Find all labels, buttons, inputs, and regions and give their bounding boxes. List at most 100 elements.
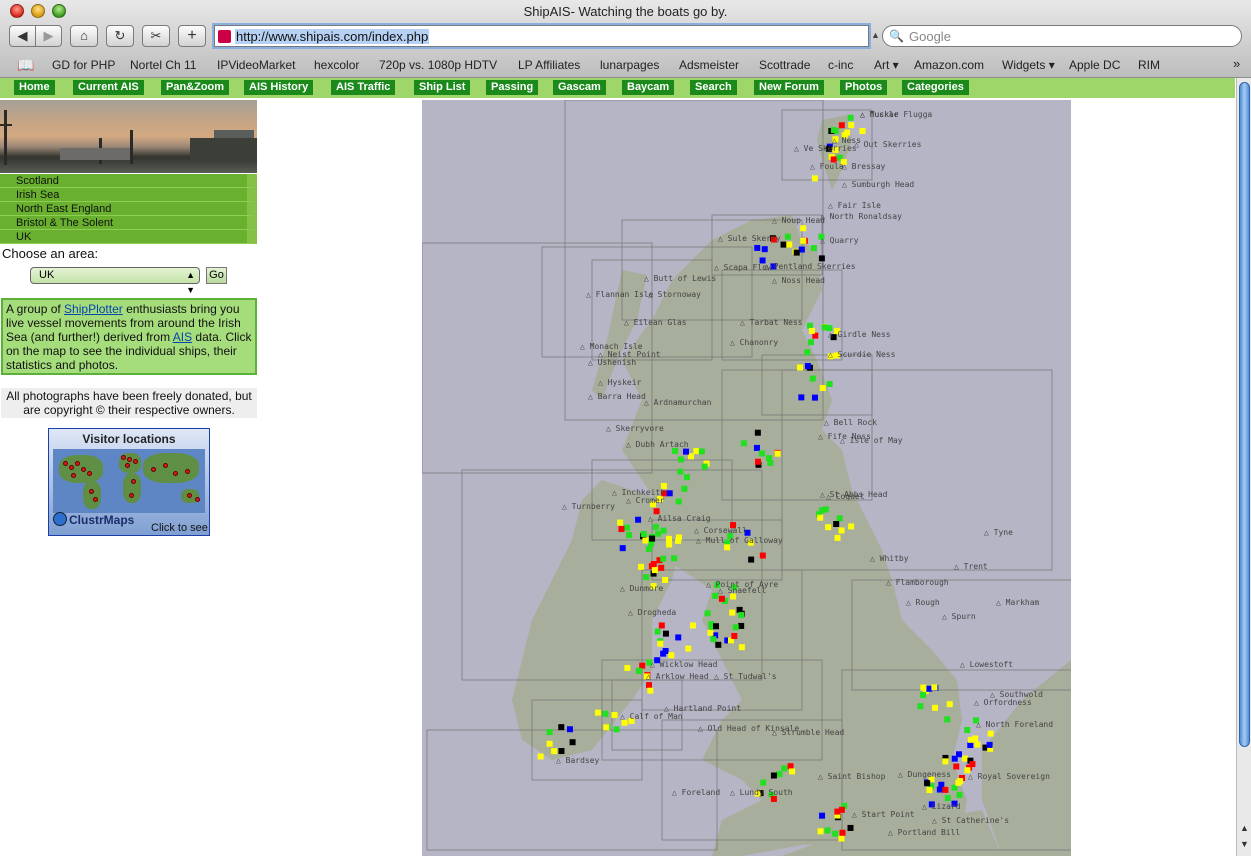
- nav-ais-traffic[interactable]: AIS Traffic: [331, 80, 396, 95]
- nav-photos[interactable]: Photos: [840, 80, 888, 95]
- region-link-bristol-solent[interactable]: Bristol & The Solent: [0, 216, 257, 230]
- shipplotter-link[interactable]: ShipPlotter: [64, 302, 123, 316]
- add-bookmark-button[interactable]: +: [178, 25, 206, 47]
- region-link-north-east-england[interactable]: North East England: [0, 202, 257, 216]
- home-button[interactable]: ⌂: [70, 25, 98, 47]
- vessel-marker: [789, 768, 796, 775]
- bookmark-item[interactable]: c-inc: [828, 58, 853, 72]
- map-place-label: △ Tarbat Ness: [740, 318, 803, 327]
- site-navigation: Home Current AIS Pan&Zoom AIS History AI…: [0, 78, 1235, 98]
- nav-passing[interactable]: Passing: [486, 80, 539, 95]
- nav-new-forum[interactable]: New Forum: [754, 80, 824, 95]
- region-link-irish-sea[interactable]: Irish Sea: [0, 188, 257, 202]
- bookmark-item[interactable]: Scottrade: [759, 58, 810, 72]
- ais-link[interactable]: AIS: [173, 330, 192, 344]
- vessel-marker: [844, 129, 851, 136]
- vessel-marker: [594, 709, 601, 716]
- bookmark-folder-label: Widgets: [1002, 58, 1046, 72]
- nav-categories[interactable]: Categories: [902, 80, 969, 95]
- map-place-label: △ Southwold: [990, 690, 1043, 699]
- bookmark-folder[interactable]: Widgets ▾: [1002, 58, 1055, 72]
- area-select[interactable]: UK ▲ ▼: [30, 267, 200, 295]
- nav-ais-history[interactable]: AIS History: [244, 80, 314, 95]
- nav-gascam[interactable]: Gascam: [553, 80, 606, 95]
- bookmark-item[interactable]: Apple DC: [1069, 58, 1120, 72]
- vessel-marker: [738, 644, 745, 651]
- scroll-up-arrow-icon[interactable]: ▲: [1237, 823, 1251, 839]
- reload-icon: ↻: [114, 28, 126, 43]
- vessel-marker: [558, 724, 565, 731]
- nav-pan-zoom[interactable]: Pan&Zoom: [161, 80, 230, 95]
- bookmark-item[interactable]: Nortel Ch 11: [130, 58, 196, 72]
- vessel-marker: [818, 255, 825, 262]
- map-place-label: △ Coquet: [826, 492, 865, 501]
- address-bar[interactable]: http://www.shipais.com/index.php: [214, 25, 869, 47]
- bookmark-item[interactable]: lunarpages: [600, 58, 659, 72]
- map-canvas[interactable]: [422, 100, 1071, 856]
- nav-current-ais[interactable]: Current AIS: [73, 80, 144, 95]
- vessel-marker: [715, 641, 722, 648]
- bookmark-item[interactable]: Adsmeister: [679, 58, 739, 72]
- scrollbar-thumb[interactable]: [1239, 82, 1250, 747]
- nav-baycam[interactable]: Baycam: [622, 80, 675, 95]
- region-link-uk[interactable]: UK: [0, 230, 257, 244]
- scroll-down-arrow-icon[interactable]: ▼: [1237, 839, 1251, 855]
- vessel-marker: [651, 567, 658, 574]
- vertical-scrollbar[interactable]: ▲ ▼: [1236, 78, 1251, 856]
- vessel-marker: [774, 450, 781, 457]
- bookmark-item[interactable]: 720p vs. 1080p HDTV: [379, 58, 497, 72]
- bookmark-item[interactable]: LP Affiliates: [518, 58, 580, 72]
- nav-search[interactable]: Search: [690, 80, 737, 95]
- map-place-label: △ Strumble Head: [772, 728, 845, 737]
- map-place-label: △ Fair Isle: [828, 201, 881, 210]
- vessel-marker: [834, 808, 841, 815]
- vessel-marker: [825, 524, 832, 531]
- vessel-marker: [920, 684, 927, 691]
- intro-text-part: A group of: [6, 302, 65, 316]
- region-menu: Scotland Irish Sea North East England Br…: [0, 174, 257, 244]
- vessel-marker: [660, 555, 667, 562]
- search-input[interactable]: 🔍 Google: [882, 25, 1242, 47]
- nav-ship-list[interactable]: Ship List: [414, 80, 471, 95]
- bookmark-item[interactable]: GD for PHP: [52, 58, 115, 72]
- vessel-marker: [817, 828, 824, 835]
- world-map-thumbnail: [53, 449, 205, 513]
- ais-map[interactable]: △ Muckle Flugga △ Ness △ Ve Skerries △ Out …: [422, 100, 1071, 856]
- vessel-marker: [956, 791, 963, 798]
- vessel-marker: [652, 523, 659, 530]
- vessel-marker: [787, 763, 794, 770]
- vessel-marker: [718, 595, 725, 602]
- bookmark-folder[interactable]: Art ▾: [874, 58, 899, 72]
- go-button[interactable]: Go: [206, 267, 227, 284]
- vessel-marker: [569, 739, 576, 746]
- bookmark-item[interactable]: hexcolor: [314, 58, 359, 72]
- map-place-label: △ Ardnamurchan: [644, 398, 712, 407]
- bookmark-item[interactable]: IPVideoMarket: [217, 58, 296, 72]
- bookmarks-book-icon[interactable]: 📖: [17, 57, 34, 74]
- back-button[interactable]: ◀: [9, 25, 36, 47]
- vessel-marker: [617, 519, 624, 526]
- vessel-marker: [643, 574, 650, 581]
- more-bookmarks-icon[interactable]: »: [1233, 56, 1240, 71]
- vessel-marker: [603, 724, 610, 731]
- vessel-marker: [649, 535, 656, 542]
- nav-home[interactable]: Home: [14, 80, 55, 95]
- vessel-marker: [957, 778, 964, 785]
- clustrmaps-widget[interactable]: Visitor locations ClustrMaps Click to se…: [48, 428, 210, 536]
- vessel-marker: [738, 612, 745, 619]
- vessel-marker: [838, 835, 845, 842]
- reload-button[interactable]: ↻: [106, 25, 134, 47]
- snapback-icon[interactable]: ▲: [871, 30, 880, 40]
- title-bar: ShipAIS- Watching the boats go by.: [0, 0, 1251, 22]
- vessel-marker: [655, 530, 662, 537]
- bookmark-item[interactable]: Amazon.com: [914, 58, 984, 72]
- vessel-marker: [666, 490, 673, 497]
- forward-button[interactable]: ▶: [35, 25, 62, 47]
- map-place-label: △ Barra Head: [588, 392, 646, 401]
- map-place-label: △ Tyne: [984, 528, 1013, 537]
- snippet-button[interactable]: ✂: [142, 25, 170, 47]
- bookmark-item[interactable]: RIM: [1138, 58, 1160, 72]
- region-link-scotland[interactable]: Scotland: [0, 174, 257, 188]
- vessel-marker: [638, 563, 645, 570]
- vessel-marker: [665, 535, 672, 542]
